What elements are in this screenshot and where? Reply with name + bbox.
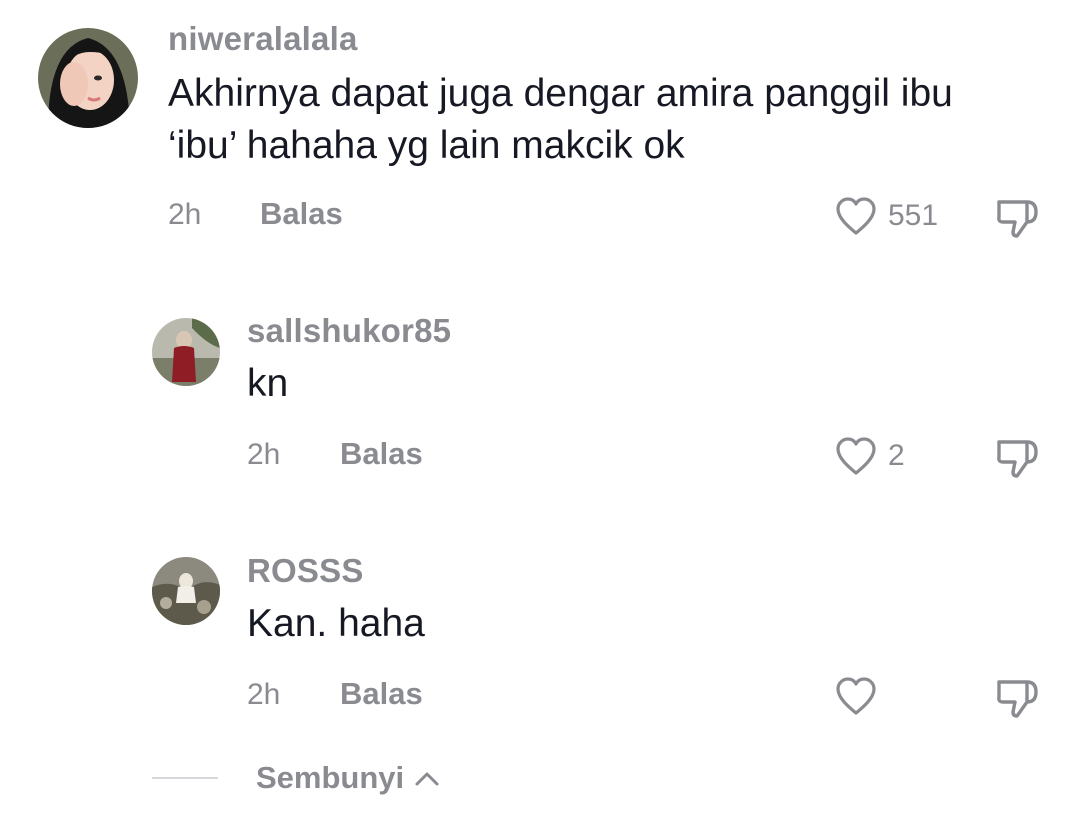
username[interactable]: niweralalala xyxy=(168,20,358,58)
like-button[interactable]: 551 xyxy=(834,196,938,236)
chevron-up-icon xyxy=(414,769,440,787)
like-button[interactable] xyxy=(834,676,888,716)
like-button[interactable]: 2 xyxy=(834,436,905,476)
username[interactable]: ROSSS xyxy=(247,552,364,590)
comment-text: Kan. haha xyxy=(247,602,425,645)
reply-button[interactable]: Balas xyxy=(340,676,423,712)
avatar-image xyxy=(152,318,220,386)
heart-outline-icon xyxy=(834,196,878,236)
comment-time: 2h xyxy=(247,438,281,471)
username[interactable]: sallshukor85 xyxy=(247,312,451,350)
avatar[interactable] xyxy=(152,557,220,625)
heart-outline-icon xyxy=(834,676,878,716)
dislike-button[interactable] xyxy=(995,434,1041,480)
hide-replies-button[interactable]: Sembunyi xyxy=(256,760,440,796)
like-count: 551 xyxy=(888,199,939,232)
reply-button[interactable]: Balas xyxy=(260,196,343,232)
avatar-image xyxy=(38,28,138,128)
comment-text: kn xyxy=(247,362,289,405)
thumbs-down-icon xyxy=(995,674,1041,720)
heart-outline-icon xyxy=(834,436,878,476)
thumbs-down-icon xyxy=(995,194,1041,240)
dislike-button[interactable] xyxy=(995,674,1041,720)
dislike-button[interactable] xyxy=(995,194,1041,240)
comment-niweralalala: niweralalala Akhirnya dapat juga dengar … xyxy=(0,0,1080,260)
divider-line xyxy=(152,777,218,779)
comment-time: 2h xyxy=(247,678,281,711)
avatar[interactable] xyxy=(152,318,220,386)
avatar[interactable] xyxy=(38,28,138,128)
hide-replies-row: Sembunyi xyxy=(152,760,440,796)
reply-button[interactable]: Balas xyxy=(340,436,423,472)
thumbs-down-icon xyxy=(995,434,1041,480)
comment-text: Akhirnya dapat juga dengar amira panggil… xyxy=(168,72,953,167)
like-count: 2 xyxy=(888,439,905,472)
avatar-image xyxy=(152,557,220,625)
comment-time: 2h xyxy=(168,198,202,231)
hide-replies-label: Sembunyi xyxy=(256,760,405,795)
